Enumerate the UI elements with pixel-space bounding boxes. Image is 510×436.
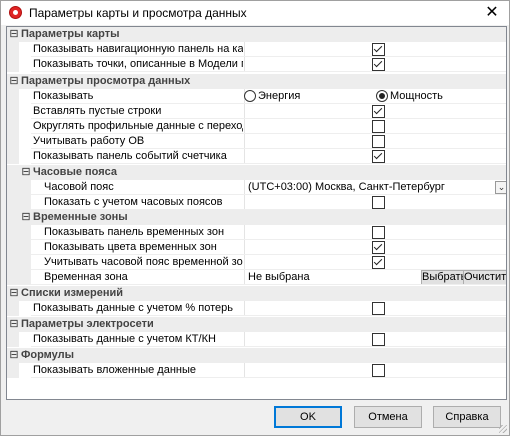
round-profile-checkbox[interactable] <box>372 120 385 133</box>
prop-row: Показывать точки, описанные в Модели по … <box>7 57 506 72</box>
category-formulas[interactable]: ⊟ Формулы <box>7 348 506 363</box>
help-button[interactable]: Справка <box>433 406 501 428</box>
timezone-value[interactable]: (UTC+03:00) Москва, Санкт-Петербург <box>248 181 445 193</box>
ok-button[interactable]: OK <box>274 406 342 428</box>
consider-tz-belt-checkbox[interactable] <box>372 256 385 269</box>
prop-row: Показывать Энергия Мощность <box>7 89 506 104</box>
clear-button[interactable]: Очистить <box>463 270 506 285</box>
category-timezones[interactable]: ⊟ Часовые пояса <box>7 165 506 180</box>
prop-label: Показывать точки, описанные в Модели по … <box>33 58 243 70</box>
prop-label: Показывать цвета временных зон <box>44 241 217 253</box>
time-zone-value: Не выбрана <box>248 271 310 283</box>
category-label: Формулы <box>21 349 75 361</box>
prop-row: Показывать панель временных зон <box>7 225 506 240</box>
category-time-zones[interactable]: ⊟ Временные зоны <box>7 210 506 225</box>
prop-row: Показывать вложенные данные <box>7 363 506 378</box>
radio-power-label: Мощность <box>390 90 443 102</box>
consider-ov-checkbox[interactable] <box>372 135 385 148</box>
prop-label: Учитывать работу ОВ <box>33 135 145 147</box>
show-meter-events-checkbox[interactable] <box>372 150 385 163</box>
collapse-icon[interactable]: ⊟ <box>9 27 19 42</box>
category-label: Списки измерений <box>21 287 124 299</box>
category-lists[interactable]: ⊟ Списки измерений <box>7 286 506 301</box>
prop-label: Показывать <box>33 90 94 102</box>
prop-row: Показывать панель событий счетчика <box>7 149 506 164</box>
prop-label: Показывать панель событий счетчика <box>33 150 227 162</box>
prop-label: Показывать вложенные данные <box>33 364 196 376</box>
prop-row: Временная зона Не выбрана Выбрать Очисти… <box>7 270 506 285</box>
prop-label: Показывать навигационную панель на карте <box>33 43 243 55</box>
prop-label: Округлять профильные данные с переходящи… <box>33 120 243 132</box>
window-title: Параметры карты и просмотра данных <box>29 6 247 20</box>
dialog-window: Параметры карты и просмотра данных ✕ ⊟ П… <box>0 0 510 436</box>
prop-row: Показывать данные с учетом КТ/КН <box>7 332 506 347</box>
app-icon <box>9 6 22 19</box>
radio-power[interactable] <box>376 90 388 102</box>
prop-row: Показывать цвета временных зон <box>7 240 506 255</box>
prop-row: Учитывать часовой пояс временной зоны <box>7 255 506 270</box>
prop-label: Учитывать часовой пояс временной зоны <box>44 256 243 268</box>
resize-grip-icon[interactable] <box>499 425 507 433</box>
property-grid: ⊟ Параметры карты Показывать навигационн… <box>6 26 507 400</box>
prop-label: Часовой пояс <box>44 181 114 193</box>
show-nested-checkbox[interactable] <box>372 364 385 377</box>
show-tz-panel-checkbox[interactable] <box>372 226 385 239</box>
prop-row: Показывать навигационную панель на карте <box>7 42 506 57</box>
show-kt-kn-checkbox[interactable] <box>372 333 385 346</box>
prop-label: Временная зона <box>44 271 128 283</box>
category-label: Часовые пояса <box>33 166 118 178</box>
category-map[interactable]: ⊟ Параметры карты <box>7 27 506 42</box>
chevron-down-icon[interactable]: ⌄ <box>495 181 506 194</box>
category-label: Временные зоны <box>33 211 128 223</box>
collapse-icon[interactable]: ⊟ <box>21 165 31 180</box>
insert-empty-checkbox[interactable] <box>372 105 385 118</box>
prop-row: Вставлять пустые строки <box>7 104 506 119</box>
show-tz-colors-checkbox[interactable] <box>372 241 385 254</box>
prop-label: Показывать данные с учетом КТ/КН <box>33 333 216 345</box>
category-view[interactable]: ⊟ Параметры просмотра данных <box>7 74 506 89</box>
collapse-icon[interactable]: ⊟ <box>9 317 19 332</box>
cancel-button[interactable]: Отмена <box>354 406 422 428</box>
prop-label: Показывать данные с учетом % потерь <box>33 302 233 314</box>
show-points-checkbox[interactable] <box>372 58 385 71</box>
show-nav-panel-checkbox[interactable] <box>372 43 385 56</box>
radio-energy[interactable] <box>244 90 256 102</box>
collapse-icon[interactable]: ⊟ <box>9 74 19 89</box>
prop-row: Часовой пояс (UTC+03:00) Москва, Санкт-П… <box>7 180 506 195</box>
category-label: Параметры карты <box>21 28 120 40</box>
prop-row: Округлять профильные данные с переходящи… <box>7 119 506 134</box>
radio-energy-label: Энергия <box>258 90 301 102</box>
prop-label: Показать с учетом часовых поясов <box>44 196 223 208</box>
prop-row: Показывать данные с учетом % потерь <box>7 301 506 316</box>
show-with-tz-checkbox[interactable] <box>372 196 385 209</box>
title-bar: Параметры карты и просмотра данных ✕ <box>1 1 509 25</box>
close-icon[interactable]: ✕ <box>475 1 509 25</box>
prop-label: Показывать панель временных зон <box>44 226 225 238</box>
prop-label: Вставлять пустые строки <box>33 105 162 117</box>
category-elec[interactable]: ⊟ Параметры электросети <box>7 317 506 332</box>
prop-row: Показать с учетом часовых поясов <box>7 195 506 210</box>
category-label: Параметры просмотра данных <box>21 75 191 87</box>
show-losses-checkbox[interactable] <box>372 302 385 315</box>
collapse-icon[interactable]: ⊟ <box>21 210 31 225</box>
prop-row: Учитывать работу ОВ <box>7 134 506 149</box>
category-label: Параметры электросети <box>21 318 154 330</box>
select-button[interactable]: Выбрать <box>421 270 466 285</box>
collapse-icon[interactable]: ⊟ <box>9 348 19 363</box>
collapse-icon[interactable]: ⊟ <box>9 286 19 301</box>
